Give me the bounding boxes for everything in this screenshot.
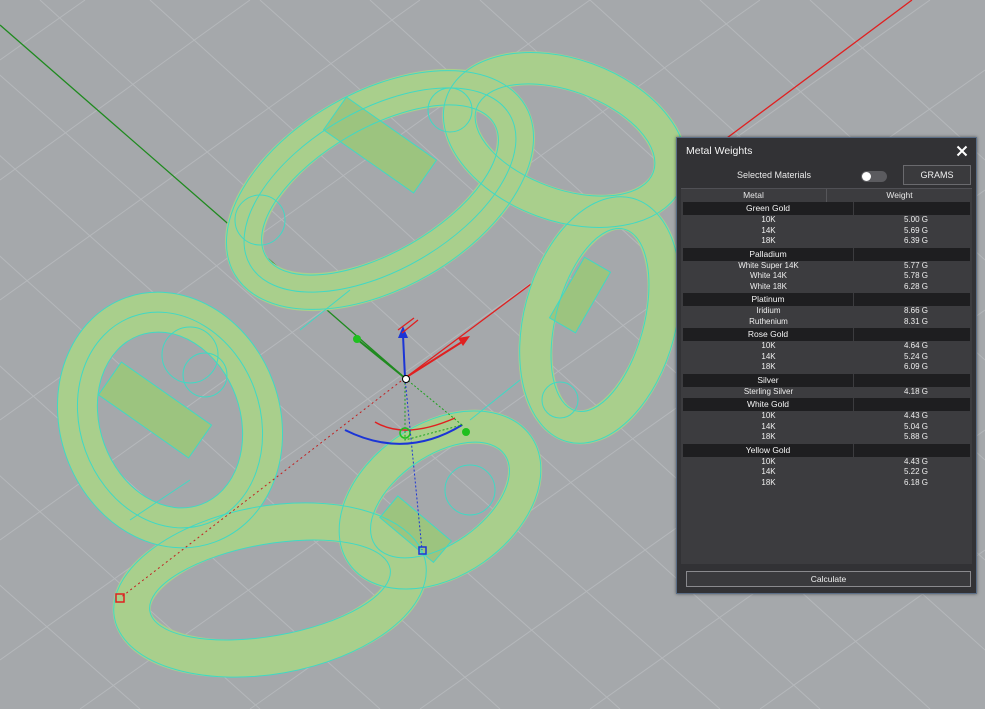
table-header: Metal Weight	[681, 189, 972, 202]
table-row[interactable]: Iridium 8.66 G	[683, 306, 970, 317]
group-row[interactable]: Yellow Gold	[683, 443, 970, 457]
table-row[interactable]: White 14K 5.78 G	[683, 271, 970, 282]
table-row[interactable]: 18K 6.39 G	[683, 236, 970, 247]
group-palladium: Palladium White Super 14K 5.77 G White 14…	[681, 247, 972, 293]
table-row[interactable]: 14K 5.22 G	[683, 467, 970, 478]
metal-weights-panel: Metal Weights Selected Materials GRAMS M…	[676, 137, 977, 594]
group-row[interactable]: Palladium	[683, 247, 970, 261]
panel-toolbar: Selected Materials GRAMS	[677, 164, 976, 188]
group-rose-gold: Rose Gold 10K 4.64 G 14K 5.24 G 18K 6.09 G	[681, 328, 972, 373]
group-row[interactable]: White Gold	[683, 398, 970, 411]
table-row[interactable]: 14K 5.24 G	[683, 352, 970, 363]
table-row[interactable]: 18K 6.09 G	[683, 362, 970, 373]
column-header-metal[interactable]: Metal	[681, 189, 827, 202]
table-row[interactable]: White Super 14K 5.77 G	[683, 261, 970, 272]
toggle-knob	[862, 172, 871, 181]
group-row[interactable]: Green Gold	[683, 202, 970, 215]
group-platinum: Platinum Iridium 8.66 G Ruthenium 8.31 G	[681, 293, 972, 327]
close-icon[interactable]	[954, 143, 970, 159]
group-row[interactable]: Rose Gold	[683, 328, 970, 341]
group-row[interactable]: Silver	[683, 373, 970, 387]
table-row[interactable]: 14K 5.69 G	[683, 226, 970, 237]
table-row[interactable]: Ruthenium 8.31 G	[683, 317, 970, 328]
group-yellow-gold: Yellow Gold 10K 4.43 G 14K 5.22 G 18K 6.18 …	[681, 443, 972, 489]
group-row[interactable]: Platinum	[683, 293, 970, 306]
table-row[interactable]: 10K 4.43 G	[683, 411, 970, 422]
group-green-gold: Green Gold 10K 5.00 G 14K 5.69 G 18K 6.39 G	[681, 202, 972, 247]
table-row[interactable]: Sterling Silver 4.18 G	[683, 387, 970, 398]
table-row[interactable]: 10K 5.00 G	[683, 215, 970, 226]
panel-title: Metal Weights	[686, 145, 753, 157]
table-row[interactable]: 18K 5.88 G	[683, 432, 970, 443]
units-button[interactable]: GRAMS	[903, 165, 971, 185]
column-header-weight[interactable]: Weight	[827, 189, 972, 202]
table-row[interactable]: 10K 4.64 G	[683, 341, 970, 352]
group-white-gold: White Gold 10K 4.43 G 14K 5.04 G 18K 5.88 G	[681, 398, 972, 443]
table-row[interactable]: 18K 6.18 G	[683, 478, 970, 489]
selected-materials-toggle[interactable]	[861, 171, 887, 182]
panel-titlebar[interactable]: Metal Weights	[677, 138, 976, 164]
table-row[interactable]: White 18K 6.28 G	[683, 282, 970, 293]
calculate-button[interactable]: Calculate	[686, 571, 971, 587]
weights-table: Metal Weight Green Gold 10K 5.00 G 14K 5.6…	[681, 188, 972, 564]
table-row[interactable]: 14K 5.04 G	[683, 422, 970, 433]
selected-materials-label: Selected Materials	[737, 170, 812, 180]
table-row[interactable]: 10K 4.43 G	[683, 457, 970, 468]
group-silver: Silver Sterling Silver 4.18 G	[681, 373, 972, 398]
